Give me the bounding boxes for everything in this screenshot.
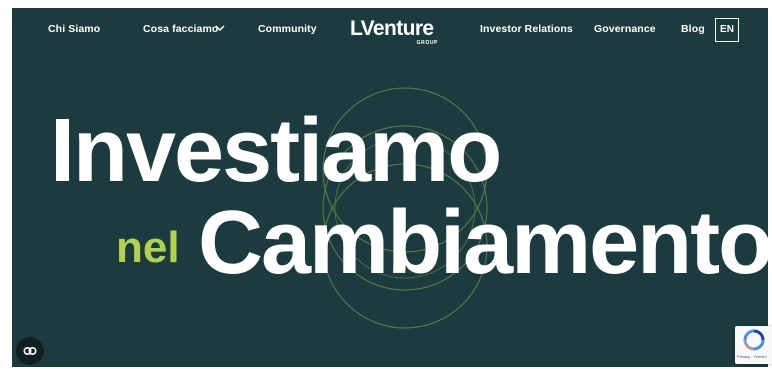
hero-title-accent: nel <box>116 223 180 272</box>
nav-item-blog[interactable]: Blog <box>681 23 705 35</box>
recaptcha-icon <box>743 329 765 351</box>
hero-title-line1: Investiamo <box>50 101 502 201</box>
logo-name: LVenture <box>350 17 434 40</box>
recaptcha-footer[interactable]: Privacy - Termini <box>737 354 767 359</box>
logo-sub: GROUP <box>416 40 438 46</box>
nav-item-community[interactable]: Community <box>258 23 317 35</box>
page: Chi Siamo Cosa facciamo Community LVentu… <box>12 8 768 367</box>
cookie-settings-icon <box>23 347 37 356</box>
hero-title-line2: Cambiamento <box>198 193 768 293</box>
nav-item-investor-relations[interactable]: Investor Relations <box>480 23 573 35</box>
chevron-down-icon[interactable] <box>214 22 226 34</box>
nav-item-governance[interactable]: Governance <box>594 23 656 35</box>
lventure-logo[interactable]: LVenture GROUP <box>350 18 440 48</box>
main-navigation: Chi Siamo Cosa facciamo Community LVentu… <box>12 8 768 52</box>
nav-item-chi-siamo[interactable]: Chi Siamo <box>48 23 100 35</box>
nav-item-cosa-facciamo[interactable]: Cosa facciamo <box>143 23 218 35</box>
cookie-settings-button[interactable] <box>16 337 44 365</box>
recaptcha-badge[interactable]: Privacy - Termini <box>735 326 772 364</box>
language-switch-button[interactable]: EN <box>715 18 739 42</box>
